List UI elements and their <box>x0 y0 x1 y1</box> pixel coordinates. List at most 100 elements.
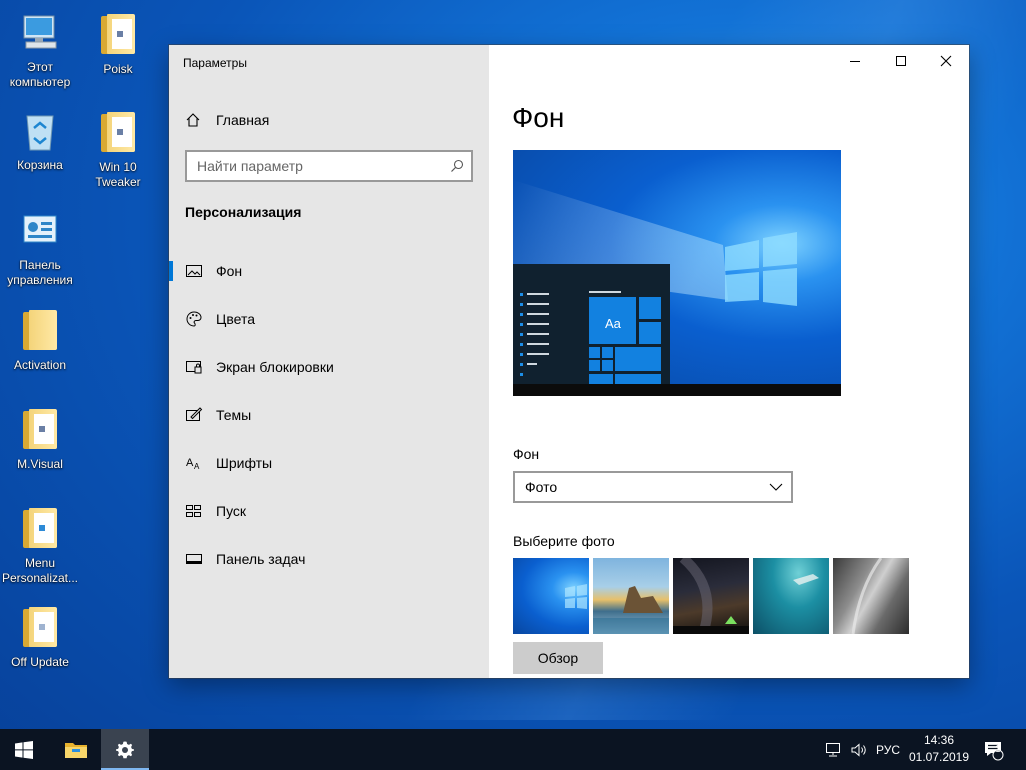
windows-logo-icon <box>565 584 587 609</box>
desktop-icon-control-panel[interactable]: Панель управления <box>1 210 79 288</box>
nav-item-colors[interactable]: Цвета <box>169 295 489 343</box>
palette-icon <box>185 310 203 328</box>
photo-thumbnail-windows[interactable] <box>513 558 589 634</box>
home-icon <box>185 112 201 128</box>
desktop-icon-label: Этот компьютер <box>9 60 71 89</box>
file-explorer-button[interactable] <box>52 729 100 770</box>
clock[interactable]: 14:36 01.07.2019 <box>898 732 980 766</box>
nav-item-fonts[interactable]: AA Шрифты <box>169 439 489 487</box>
start-icon <box>185 502 203 520</box>
desktop-icon-this-pc[interactable]: Этот компьютер <box>1 12 79 90</box>
browse-button[interactable]: Обзор <box>513 642 603 674</box>
taskbar: РУС 14:36 01.07.2019 1 <box>0 729 1026 770</box>
action-center-button[interactable]: 1 <box>983 729 1005 770</box>
home-link[interactable]: Главная <box>185 109 269 131</box>
desktop-icon-recycle-bin[interactable]: Корзина <box>1 110 79 173</box>
search-icon[interactable] <box>449 158 465 174</box>
home-label: Главная <box>216 112 270 128</box>
swimmer-image <box>793 574 819 585</box>
dropdown-value: Фото <box>525 479 558 495</box>
windows-start-icon <box>15 740 33 759</box>
folder-icon <box>98 112 138 156</box>
nav-item-start[interactable]: Пуск <box>169 487 489 535</box>
folder-icon <box>20 607 60 651</box>
page-title: Фон <box>512 102 565 133</box>
desktop-icon-win10-tweaker[interactable]: Win 10 Tweaker <box>79 110 157 190</box>
language-indicator[interactable]: РУС <box>876 729 900 770</box>
settings-taskbar-button[interactable] <box>101 729 149 770</box>
desktop-icon-label: Корзина <box>17 158 63 172</box>
clock-date: 01.07.2019 <box>908 750 970 764</box>
network-icon <box>826 742 840 756</box>
close-button[interactable] <box>923 45 969 77</box>
control-panel-icon <box>20 210 60 254</box>
close-icon <box>940 55 952 67</box>
picture-icon <box>185 262 203 280</box>
background-type-dropdown[interactable]: Фото <box>513 471 793 503</box>
desktop-icon-mvisual[interactable]: M.Visual <box>1 407 79 472</box>
tent-image <box>673 558 749 634</box>
folder-icon <box>20 508 60 552</box>
svg-text:A: A <box>186 457 194 469</box>
nav-item-taskbar[interactable]: Панель задач <box>169 535 489 583</box>
active-indicator <box>169 261 173 281</box>
search-input[interactable] <box>187 152 437 180</box>
start-tiles-preview <box>520 291 661 384</box>
nav-label: Шрифты <box>216 455 273 471</box>
nav-label: Пуск <box>216 503 247 519</box>
taskbar-icon <box>185 550 203 568</box>
nav-item-background[interactable]: Фон <box>169 247 489 295</box>
maximize-button[interactable] <box>878 45 924 77</box>
nav-label: Цвета <box>216 311 255 327</box>
maximize-icon <box>896 56 906 66</box>
folder-icon <box>20 409 60 453</box>
notification-icon <box>985 741 1004 760</box>
desktop-icon-label: Off Update <box>11 655 69 669</box>
folder-icon <box>20 310 60 354</box>
preview-tile-text: Aa <box>605 316 621 331</box>
nav-item-lock-screen[interactable]: Экран блокировки <box>169 343 489 391</box>
file-explorer-icon <box>65 742 87 758</box>
minimize-button[interactable] <box>832 45 878 77</box>
desktop-icon-activation[interactable]: Activation <box>1 308 79 373</box>
desktop-icon-label: Win 10 Tweaker <box>95 160 141 189</box>
desktop-icon-label: M.Visual <box>17 457 63 471</box>
computer-icon <box>20 12 60 56</box>
clock-time: 14:36 <box>923 733 955 747</box>
minimize-icon <box>850 61 860 62</box>
gear-icon <box>116 741 134 758</box>
network-tray[interactable] <box>824 729 842 770</box>
nav-label: Фон <box>216 263 243 279</box>
cliff-image <box>851 558 883 634</box>
settings-content: Фон Aa Фон Фото Выберите фото Обзор <box>489 45 969 678</box>
nav-label: Панель задач <box>216 551 306 567</box>
desktop-icon-label: Poisk <box>103 62 133 76</box>
fonts-icon: AA <box>185 454 203 472</box>
desktop-icon-label: Activation <box>13 358 67 372</box>
settings-sidebar: Параметры Главная Персонализация Фон <box>169 45 489 678</box>
rock-formation-image <box>593 586 669 634</box>
desktop-icon-label: Панель управления <box>7 258 73 287</box>
notification-count: 1 <box>995 744 1001 755</box>
folder-icon <box>98 14 138 58</box>
desktop-icon-off-update[interactable]: Off Update <box>1 605 79 670</box>
photo-thumbnail-night-sky[interactable] <box>673 558 749 634</box>
desktop-icon-menu-personalization[interactable]: Menu Personalizat... <box>1 506 79 586</box>
photo-thumbnail-beach[interactable] <box>593 558 669 634</box>
search-box <box>185 150 473 182</box>
background-preview: Aa <box>513 150 841 396</box>
photo-thumbnail-rock-cliff[interactable] <box>833 558 909 634</box>
recycle-bin-icon <box>20 110 60 154</box>
section-title: Персонализация <box>185 204 302 220</box>
preview-taskbar <box>513 384 841 396</box>
background-type-label: Фон <box>513 446 540 462</box>
photo-thumbnail-underwater[interactable] <box>753 558 829 634</box>
start-button[interactable] <box>0 729 48 770</box>
volume-tray[interactable] <box>850 729 868 770</box>
lock-screen-icon <box>185 358 203 376</box>
nav-item-themes[interactable]: Темы <box>169 391 489 439</box>
desktop-icon-poisk[interactable]: Poisk <box>79 12 157 77</box>
window-title: Параметры <box>183 56 247 70</box>
svg-text:A: A <box>194 462 200 471</box>
speaker-icon <box>851 742 866 757</box>
